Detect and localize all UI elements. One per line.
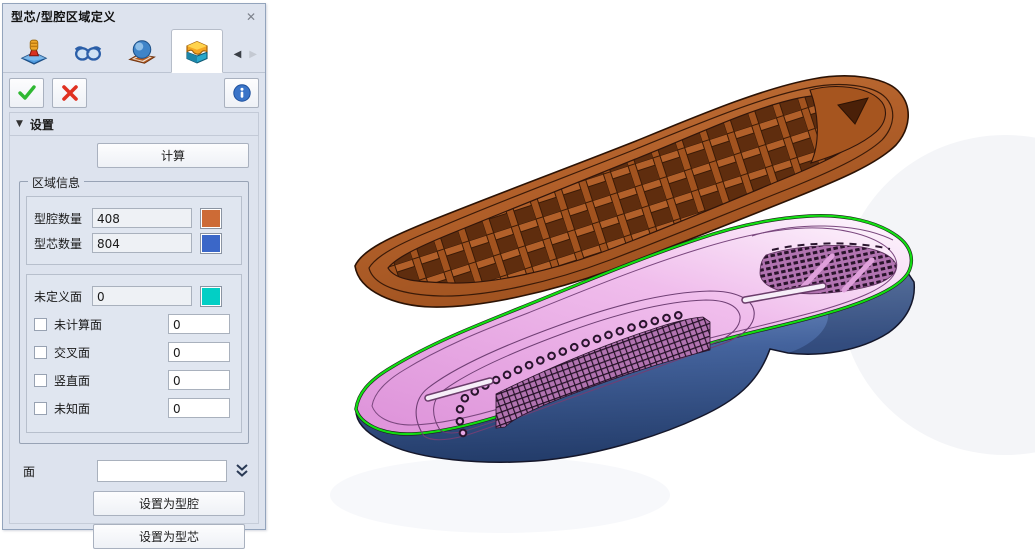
vertical-face-row: 竖直面 0 [34,369,234,391]
cancel-button[interactable] [52,78,87,108]
collapse-triangle-icon: ▼ [16,119,23,129]
face-label: 面 [23,463,39,480]
uncalculated-face-checkbox[interactable] [34,318,47,331]
dialog-actions [9,78,259,108]
count-panel: 型腔数量 408 型芯数量 804 [26,196,242,265]
stamp-icon [19,37,49,67]
toolbar-nav: ◀ ▶ [234,49,261,72]
core-cavity-tool-button[interactable] [171,29,223,73]
x-icon [61,84,79,102]
cavity-count-field[interactable]: 408 [92,208,192,228]
face-input[interactable] [97,460,227,482]
crossing-face-checkbox[interactable] [34,346,47,359]
calculate-button[interactable]: 计算 [97,143,249,168]
nav-prev-icon[interactable]: ◀ [234,49,242,60]
unknown-face-checkbox[interactable] [34,402,47,415]
settings-body: 计算 区域信息 型腔数量 408 型芯数量 804 未定义面 0 [9,136,259,524]
set-core-button[interactable]: 设置为型芯 [93,524,245,549]
settings-header-label: 设置 [30,116,54,133]
core-cavity-dialog: 型芯/型腔区域定义 ✕ [2,3,266,530]
uncalculated-face-label: 未计算面 [54,316,140,333]
unknown-face-row: 未知面 0 [34,397,234,419]
region-info-group: 区域信息 型腔数量 408 型芯数量 804 未定义面 0 [19,181,249,444]
stamp-tool-button[interactable] [9,32,59,72]
check-icon [17,84,37,102]
crossing-face-row: 交叉面 0 [34,341,234,363]
cavity-color-swatch[interactable] [200,208,222,229]
glasses-icon [73,37,103,67]
undefined-face-row: 未定义面 0 [34,285,234,307]
cavity-count-label: 型腔数量 [34,210,92,227]
face-select-row: 面 [19,459,249,483]
cavity-count-row: 型腔数量 408 [34,207,234,229]
sphere-tool-button[interactable] [117,32,167,72]
vertical-face-checkbox[interactable] [34,374,47,387]
undefined-face-label: 未定义面 [34,288,92,305]
core-count-row: 型芯数量 804 [34,232,234,254]
core-count-field[interactable]: 804 [92,233,192,253]
dialog-toolbar: ◀ ▶ [3,27,265,73]
settings-section-header[interactable]: ▼ 设置 [9,112,259,136]
set-cavity-button[interactable]: 设置为型腔 [93,491,245,516]
close-icon[interactable]: ✕ [243,9,259,24]
unknown-face-field[interactable]: 0 [168,398,230,418]
double-chevron-down-icon[interactable] [235,463,249,479]
soft-shadow [330,457,670,533]
core-cavity-icon [182,36,212,66]
core-count-label: 型芯数量 [34,235,92,252]
sphere-icon [127,37,157,67]
uncalculated-face-field[interactable]: 0 [168,314,230,334]
dialog-title: 型芯/型腔区域定义 [11,8,243,25]
undefined-color-swatch[interactable] [200,286,222,307]
glasses-tool-button[interactable] [63,32,113,72]
vertical-face-label: 竖直面 [54,372,140,389]
nav-next-icon[interactable]: ▶ [249,49,257,60]
face-status-panel: 未定义面 0 未计算面 0 交叉面 0 竖直面 0 [26,274,242,433]
core-color-swatch[interactable] [200,233,222,254]
ok-button[interactable] [9,78,44,108]
info-icon [232,83,252,103]
uncalculated-face-row: 未计算面 0 [34,313,234,335]
crossing-face-label: 交叉面 [54,344,140,361]
crossing-face-field[interactable]: 0 [168,342,230,362]
dialog-title-bar[interactable]: 型芯/型腔区域定义 ✕ [3,4,265,27]
undefined-face-field[interactable]: 0 [92,286,192,306]
region-info-label: 区域信息 [28,174,84,191]
info-button[interactable] [224,78,259,108]
unknown-face-label: 未知面 [54,400,140,417]
vertical-face-field[interactable]: 0 [168,370,230,390]
